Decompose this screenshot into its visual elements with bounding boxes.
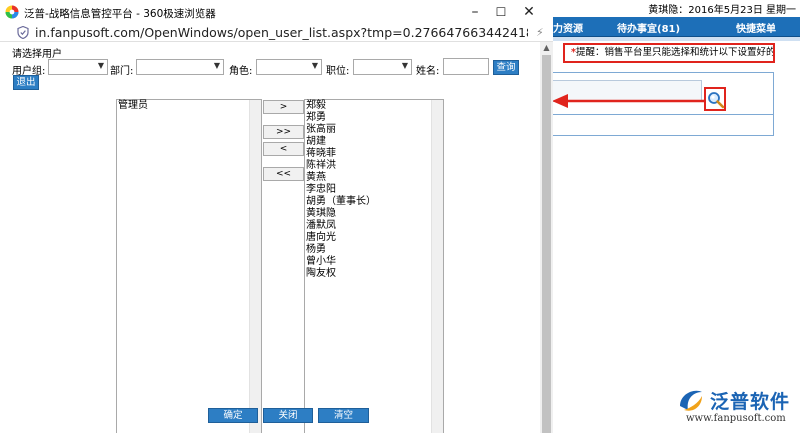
logo-name: 泛普软件: [710, 391, 791, 413]
nav-item-todo[interactable]: 待办事宜(81): [617, 20, 680, 35]
clear-button[interactable]: 清空: [318, 408, 369, 423]
panel-divider: [548, 114, 774, 115]
popup-content: 请选择用户 用户组: ▼ 部门: ▼ 角色: ▼ 职位: ▼ 姓名: 查询 退出…: [0, 42, 540, 433]
list-item[interactable]: 潘默凤: [306, 220, 376, 232]
query-button[interactable]: 查询: [493, 60, 519, 75]
role-label: 角色:: [229, 66, 253, 77]
logo-url: www.fanpusoft.com: [686, 413, 786, 424]
hint-text: 提醒：销售平台里只能选择和统计以下设置好的人员: [575, 47, 775, 58]
nav-item-hr[interactable]: 力资源: [553, 20, 583, 35]
lightning-icon[interactable]: ⚡: [536, 26, 544, 39]
confirm-button[interactable]: 确定: [208, 408, 258, 423]
list-scrollbar[interactable]: [431, 100, 443, 433]
list-item[interactable]: 黄琪隐: [306, 208, 376, 220]
list-item[interactable]: 胡建: [306, 136, 376, 148]
chevron-down-icon: ▼: [213, 61, 220, 70]
minimize-button[interactable]: –: [464, 2, 486, 22]
url-text[interactable]: in.fanpusoft.com/OpenWindows/open_user_l…: [35, 24, 528, 42]
window-title: 泛普-战略信息管控平台 - 360极速浏览器: [24, 8, 216, 20]
list-item[interactable]: 管理员: [118, 100, 148, 112]
list-item[interactable]: 蒋晓菲: [306, 148, 376, 160]
exit-button[interactable]: 退出: [13, 75, 39, 90]
list-item[interactable]: 陶友权: [306, 268, 376, 280]
list-item[interactable]: 郑勇: [306, 112, 376, 124]
chevron-down-icon: ▼: [401, 61, 408, 70]
chevron-down-icon: ▼: [311, 61, 318, 70]
list-item[interactable]: 曾小华: [306, 256, 376, 268]
popup-scrollbar[interactable]: ▲: [540, 42, 553, 433]
nav-item-shortcuts[interactable]: 快捷菜单: [736, 20, 776, 35]
selected-users-list[interactable]: 管理员: [116, 99, 262, 433]
position-label: 职位:: [326, 66, 350, 77]
user-picker-popup-window: 泛普-战略信息管控平台 - 360极速浏览器 – ☐ ✕ in.fanpusof…: [0, 0, 553, 433]
position-select[interactable]: ▼: [353, 59, 412, 75]
department-label: 部门:: [110, 66, 134, 77]
list-item[interactable]: 杨勇: [306, 244, 376, 256]
user-search-button[interactable]: [704, 87, 726, 111]
selected-users-items: 管理员: [118, 100, 148, 112]
remove-all-button[interactable]: <<: [263, 167, 304, 181]
available-users-items: 郑毅 郑勇 张高丽 胡建 蒋晓菲 陈祥洪 黄燕 李忠阳 胡勇（董事长） 黄琪隐 潘默凤 唐向光 杨勇 曾小…: [306, 100, 376, 280]
user-info: 黄琪隐：2016年5月23日 星期一: [648, 5, 796, 16]
scroll-up-icon[interactable]: ▲: [540, 42, 553, 54]
department-select[interactable]: ▼: [136, 59, 224, 75]
hint-box: *提醒：销售平台里只能选择和统计以下设置好的人员: [563, 43, 775, 63]
remove-selected-button[interactable]: <: [263, 142, 304, 156]
list-item[interactable]: 黄燕: [306, 172, 376, 184]
name-input[interactable]: [443, 58, 489, 75]
close-window-button[interactable]: ✕: [518, 2, 540, 22]
available-users-list[interactable]: 郑毅 郑勇 张高丽 胡建 蒋晓菲 陈祥洪 黄燕 李忠阳 胡勇（董事长） 黄琪隐 潘默凤 唐向光 杨勇 曾小…: [304, 99, 444, 433]
shield-icon: [17, 26, 29, 39]
list-item[interactable]: 陈祥洪: [306, 160, 376, 172]
close-button[interactable]: 关闭: [263, 408, 313, 423]
list-item[interactable]: 李忠阳: [306, 184, 376, 196]
scrollbar-thumb[interactable]: [542, 55, 551, 433]
list-item[interactable]: 唐向光: [306, 232, 376, 244]
list-item[interactable]: 郑毅: [306, 100, 376, 112]
user-group-select[interactable]: ▼: [48, 59, 108, 75]
fanpu-logo-icon: [680, 390, 702, 411]
magnifier-icon: [708, 92, 725, 109]
list-scrollbar[interactable]: [249, 100, 261, 433]
maximize-button[interactable]: ☐: [490, 2, 512, 22]
chevron-down-icon: ▼: [97, 61, 104, 70]
list-item[interactable]: 胡勇（董事长）: [306, 196, 376, 208]
list-item[interactable]: 张高丽: [306, 124, 376, 136]
browser-logo-icon: [5, 5, 19, 19]
add-all-button[interactable]: >>: [263, 125, 304, 139]
add-selected-button[interactable]: >: [263, 100, 304, 114]
window-titlebar[interactable]: 泛普-战略信息管控平台 - 360极速浏览器 – ☐ ✕: [0, 0, 553, 24]
red-arrow-annotation: [552, 94, 704, 108]
name-label: 姓名:: [416, 66, 440, 77]
role-select[interactable]: ▼: [256, 59, 322, 75]
page-heading: 请选择用户: [12, 49, 62, 60]
fanpu-logo: 泛普软件 www.fanpusoft.com: [672, 384, 796, 430]
